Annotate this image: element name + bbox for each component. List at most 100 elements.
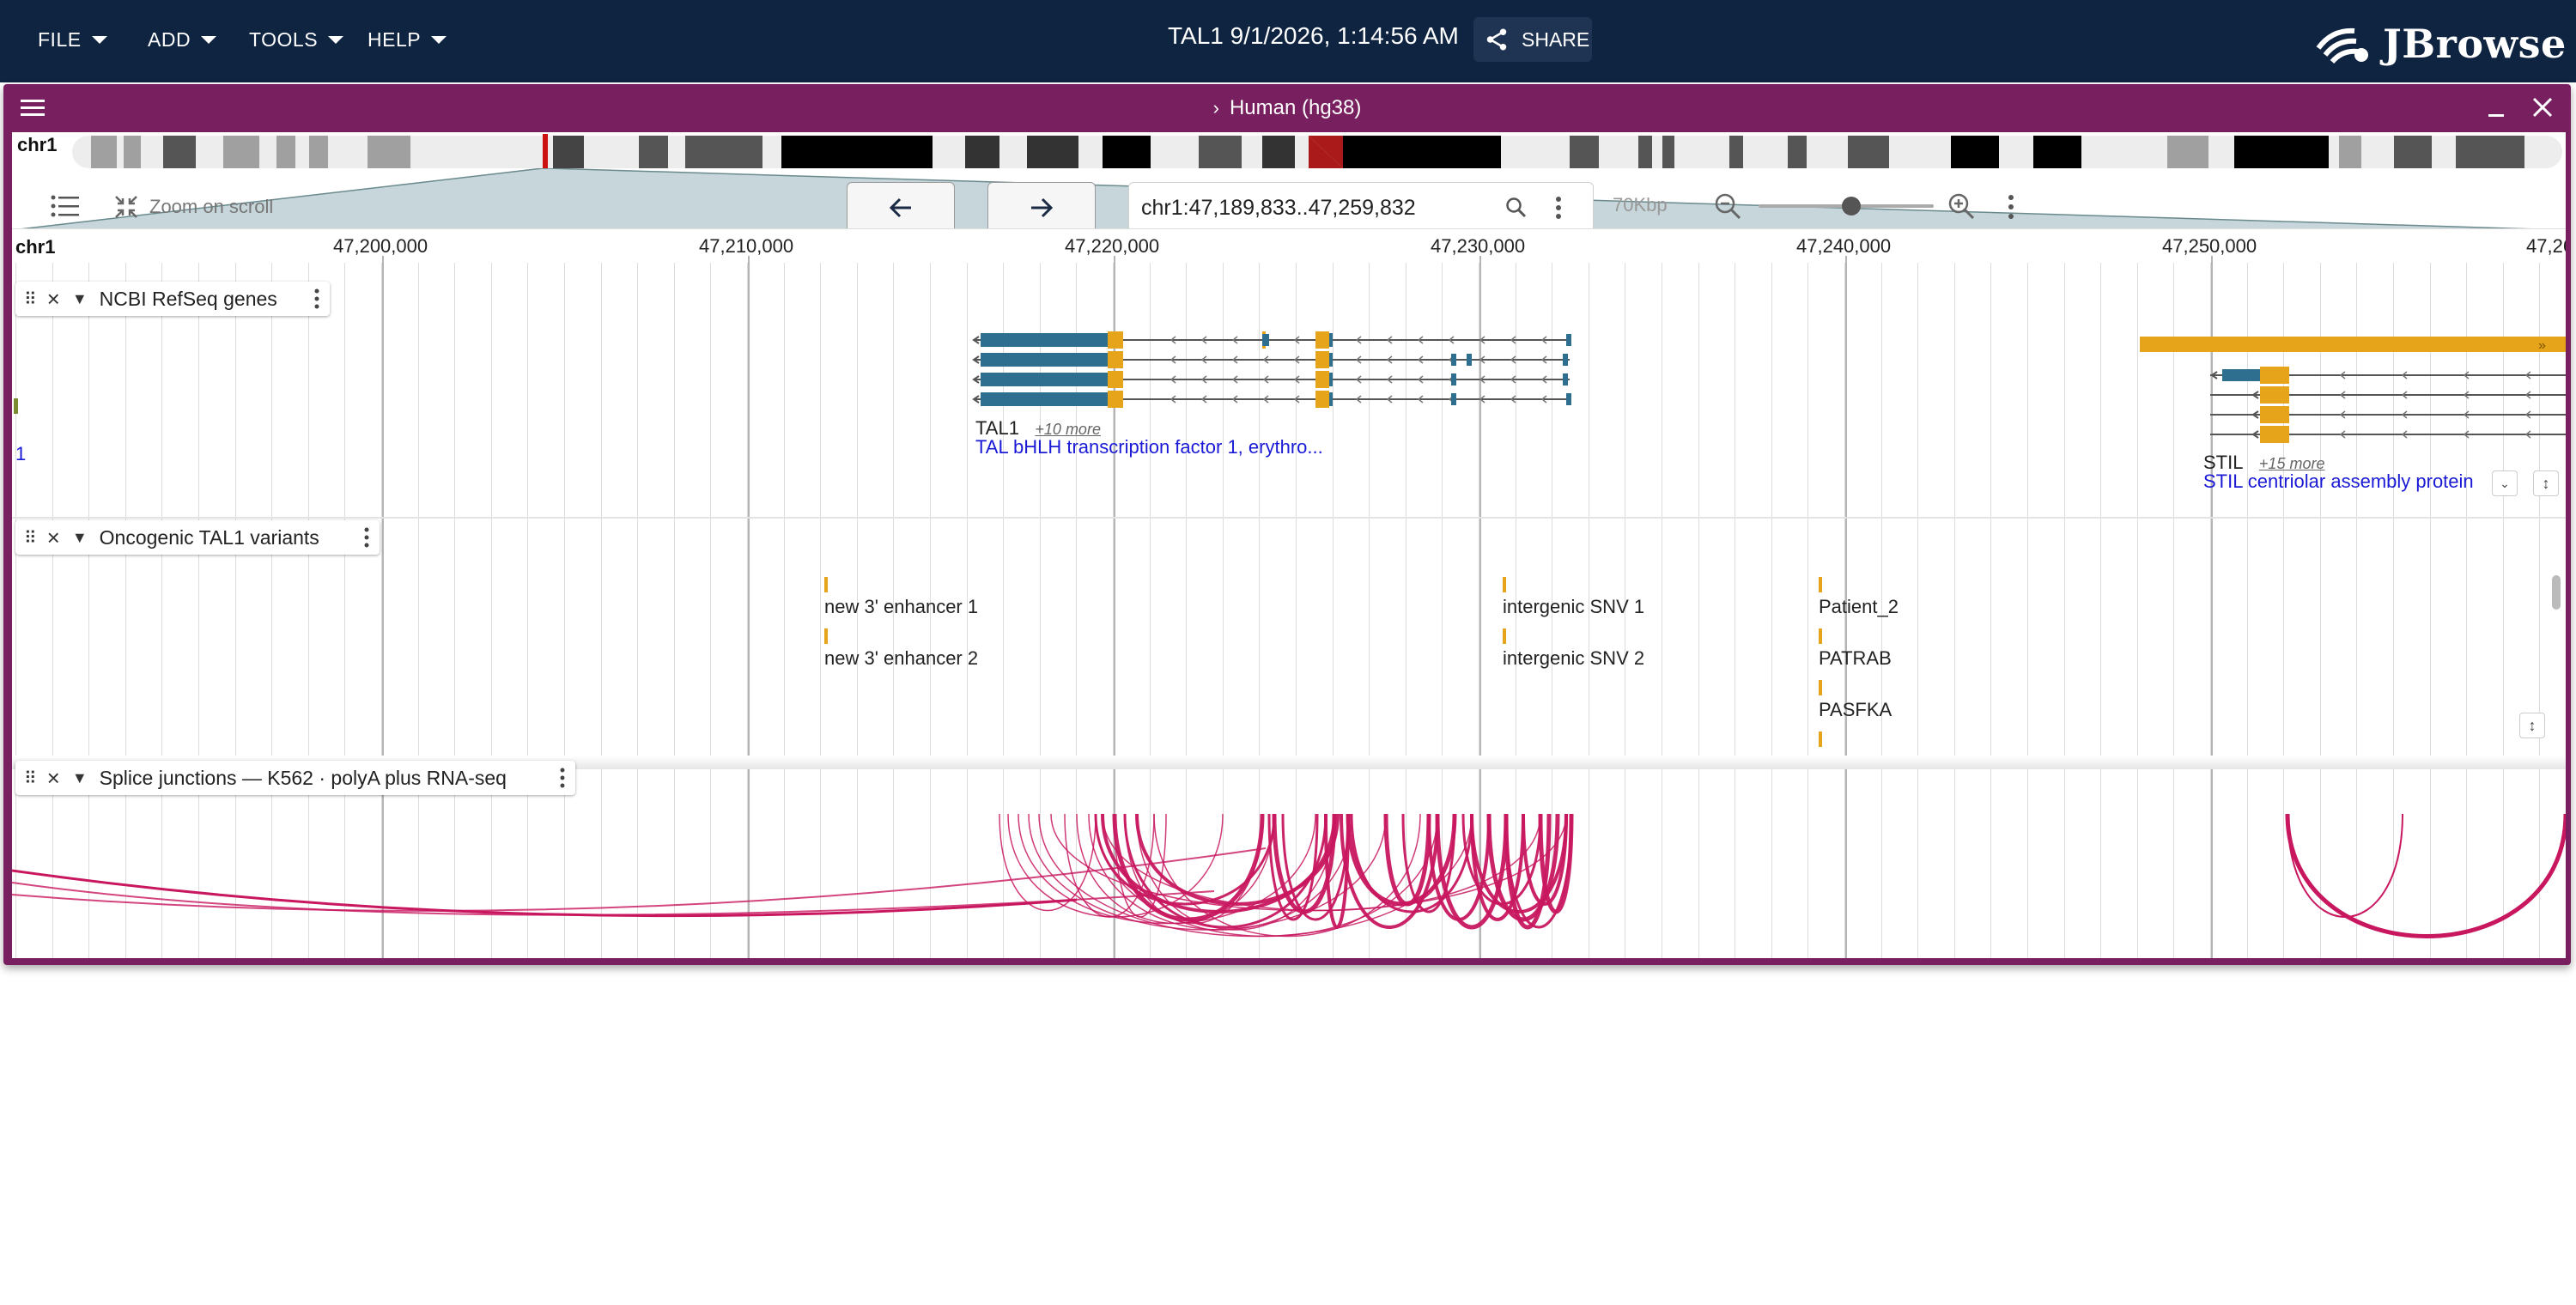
search-icon[interactable] [1505, 197, 1528, 219]
session-title: TAL1 9/1/2026, 1:14:56 AM [1168, 22, 1459, 49]
ideogram-chrom-label: chr1 [17, 134, 58, 155]
variant-label: new 3' enhancer 1 [824, 596, 979, 617]
variant-label: PATRAB [1819, 647, 1892, 669]
add-menu-label: ADD [148, 27, 191, 51]
zoom-in-icon[interactable] [1947, 192, 1977, 222]
gene-glyphs: » [14, 331, 2566, 443]
chevron-down-icon[interactable]: ▼ [72, 290, 88, 308]
tal1-transcript [972, 371, 1570, 388]
more-vert-icon[interactable] [1553, 195, 1564, 221]
location-search-box[interactable] [1128, 182, 1594, 234]
variant-marker[interactable] [824, 628, 828, 644]
hamburger-icon[interactable] [21, 98, 45, 118]
chevron-down-icon [201, 35, 217, 44]
help-menu-label: HELP [368, 27, 422, 51]
close-track-icon[interactable]: × [47, 286, 60, 313]
chevron-right-icon: › [1212, 97, 1219, 118]
stil-transcripts[interactable] [2210, 367, 2566, 443]
file-menu[interactable]: FILE [38, 21, 107, 58]
scroll-left-button[interactable] [847, 182, 955, 234]
close-track-icon[interactable]: × [47, 765, 60, 792]
help-menu[interactable]: HELP [368, 21, 447, 58]
view-content: chr1 Zoom on scroll chr1:47,189,833..47,… [12, 132, 2566, 958]
track-scrollbar[interactable] [2552, 575, 2561, 610]
arrow-right-icon [1031, 197, 1054, 218]
logo-text: JBrowse [2383, 21, 2567, 67]
ruler-tick-label: 47,210,000 [699, 235, 794, 257]
tal1-more-link[interactable]: +10 more [1035, 421, 1101, 438]
file-menu-label: FILE [38, 27, 82, 51]
splice-track-label: ⠿ × ▼ Splice junctions — K562 · polyA pl… [15, 761, 575, 795]
zoom-slider-thumb[interactable] [1842, 197, 1862, 215]
ruler-tick-label: 47,230,000 [1431, 235, 1526, 257]
offscreen-gene-label: 1 [15, 443, 27, 464]
stil-transcript [2210, 426, 2566, 443]
zoom-on-scroll-label: Zoom on scroll [149, 196, 274, 217]
zoom-slider[interactable] [1759, 197, 1934, 215]
jbrowse-logo-icon [2316, 27, 2368, 64]
ruler-tick-label: 47,26 [2526, 235, 2566, 257]
splice-junction [1135, 814, 1340, 906]
collapse-track-button[interactable]: ⌄ [2492, 470, 2518, 496]
chevron-down-icon[interactable]: ▼ [72, 769, 88, 787]
variants-track-label: ⠿ × ▼ Oncogenic TAL1 variants [15, 520, 380, 555]
ruler-chrom-label: chr1 [15, 236, 56, 258]
location-input[interactable] [1139, 191, 1486, 224]
variant-marker[interactable] [1819, 680, 1822, 695]
ruler-tick-label: 47,250,000 [2162, 235, 2257, 257]
close-track-icon[interactable]: × [47, 525, 60, 551]
ruler-tick-label: 47,220,000 [1065, 235, 1160, 257]
close-icon[interactable] [2531, 96, 2554, 118]
more-vert-icon[interactable] [362, 526, 371, 549]
stil-description: STIL centriolar assembly protein [2203, 470, 2474, 492]
variant-marker[interactable] [824, 577, 828, 592]
chromosome-ideogram[interactable] [72, 134, 2562, 170]
chevron-collapse-icon: ⌄ [2500, 476, 2510, 490]
splice-track-name: Splice junctions — K562 · polyA plus RNA… [99, 766, 507, 789]
drag-handle-icon[interactable]: ⠿ [24, 288, 37, 310]
share-icon [1486, 28, 1507, 51]
tools-menu[interactable]: TOOLS [249, 21, 344, 58]
splice-junction [12, 882, 1215, 916]
variant-marker[interactable] [1503, 577, 1506, 592]
chevron-down-icon[interactable]: ▼ [72, 529, 88, 547]
track-selector-icon[interactable] [50, 192, 81, 220]
drag-handle-icon[interactable]: ⠿ [24, 527, 37, 549]
view-menu-icon[interactable] [2006, 192, 2016, 222]
scroll-right-button[interactable] [987, 182, 1096, 234]
more-vert-icon[interactable] [313, 288, 321, 310]
variant-marker[interactable] [1819, 628, 1822, 644]
splice-junction [2287, 814, 2403, 918]
view-title-bar: › Human (hg38) [3, 84, 2571, 132]
variant-marker[interactable] [1819, 731, 1822, 747]
splice-junction-arcs[interactable] [12, 814, 2566, 958]
tal1-transcripts[interactable] [972, 331, 1571, 408]
stil-more-link[interactable]: +15 more [2259, 455, 2325, 472]
splice-junction [2285, 814, 2566, 938]
chevron-down-icon [328, 35, 344, 44]
assembly-title: Human (hg38) [1229, 96, 1362, 119]
share-label: SHARE [1522, 27, 1590, 51]
variant-label: new 3' enhancer 2 [824, 647, 979, 669]
resize-track-button[interactable]: ↕ [2519, 713, 2545, 738]
zoom-out-icon[interactable] [1714, 192, 1743, 222]
minimize-icon[interactable] [2487, 98, 2507, 118]
drag-handle-icon[interactable]: ⠿ [24, 768, 37, 789]
share-button[interactable]: SHARE [1473, 17, 1592, 62]
add-menu[interactable]: ADD [148, 21, 217, 58]
variants-track-name: Oncogenic TAL1 variants [99, 525, 319, 549]
stil-transcript [2210, 386, 2566, 404]
zoom-on-scroll-toggle[interactable]: Zoom on scroll [113, 192, 273, 222]
track-divider [12, 517, 2566, 519]
tal1-transcript [972, 391, 1571, 408]
splice-junction [12, 847, 1267, 912]
svg-text:»: » [2538, 338, 2546, 353]
app-bar: FILE ADD TOOLS HELP TAL1 9/1/2026, 1:14:… [0, 0, 2576, 82]
resize-track-button[interactable]: ↕ [2533, 470, 2559, 496]
variant-marker[interactable] [1503, 628, 1506, 644]
variant-label: Patient_2 [1819, 596, 1899, 617]
more-vert-icon[interactable] [558, 767, 567, 789]
variant-marker[interactable] [1819, 577, 1822, 592]
stil-utr-bar[interactable] [2140, 337, 2566, 352]
variant-label: PASFKA [1819, 699, 1893, 720]
